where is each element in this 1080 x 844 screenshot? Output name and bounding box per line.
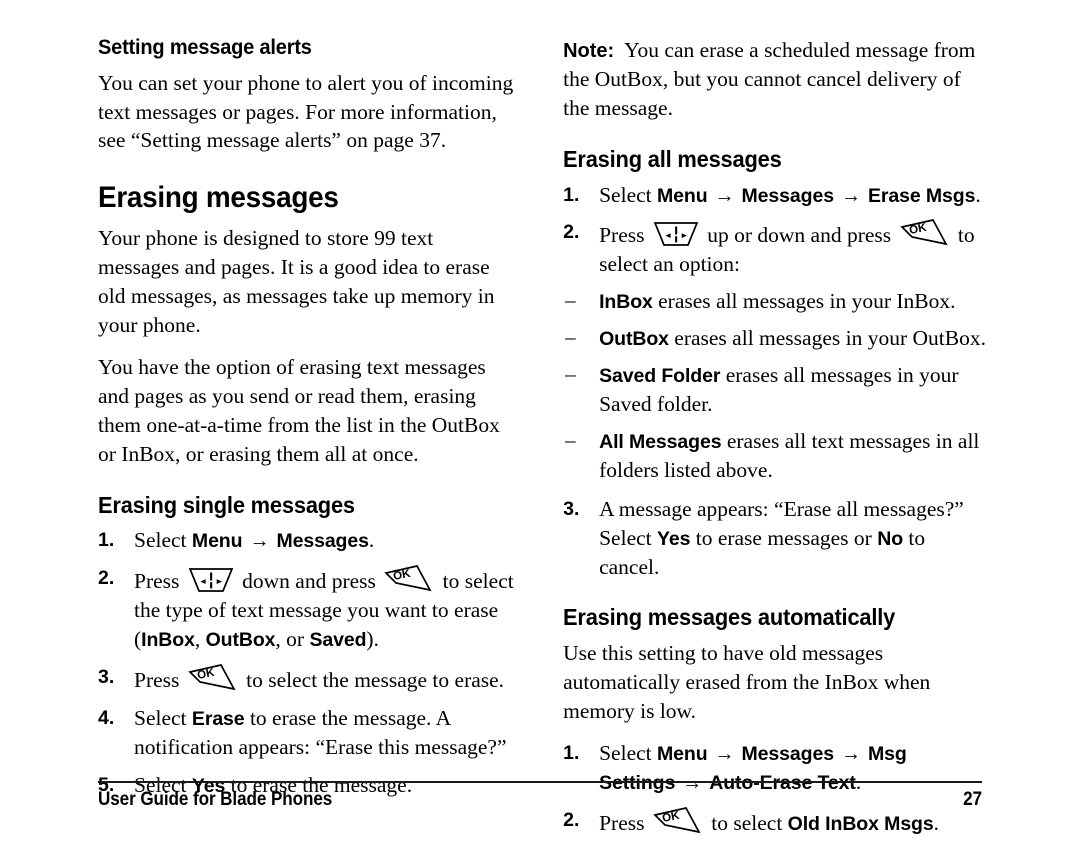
ui-label: Messages: [741, 184, 835, 207]
note-text: You can erase a scheduled message from t…: [563, 38, 976, 120]
step-text: Select Menu → Messages → Msg Settings → …: [599, 741, 907, 794]
ui-label: All Messages: [599, 430, 722, 453]
steps-erasing-single-messages: 1. Select Menu → Messages. 2. Press down an…: [98, 526, 519, 799]
svg-text:OK: OK: [196, 667, 216, 682]
paragraph-setting-message-alerts: You can set your phone to alert you of i…: [98, 70, 514, 153]
ui-label: Menu: [657, 743, 708, 765]
dash-bullet-icon: –: [565, 362, 576, 387]
arrow-icon: →: [835, 184, 866, 207]
step-item: 2. Press up or down and press OK to selec…: [563, 218, 988, 279]
options-erase-msgs: – InBox erases all messages in your InBox…: [563, 287, 988, 484]
ui-label: OutBox: [599, 328, 669, 351]
footer-title: User Guide for Blade Phones: [98, 789, 333, 810]
manual-page: Setting message alerts You can set your …: [0, 0, 1080, 839]
heading-setting-message-alerts: Setting message alerts: [98, 35, 312, 59]
ui-label: Yes: [657, 527, 691, 550]
arrow-icon: →: [244, 530, 275, 553]
step-number: 1.: [563, 742, 580, 764]
arrow-icon: →: [835, 743, 866, 765]
ui-label: Messages: [276, 530, 369, 553]
step-item: 3. Press OK to select the message to eras…: [98, 663, 519, 695]
paragraph-erasing-messages-1: Your phone is designed to store 99 text …: [98, 226, 495, 338]
ui-label: OutBox: [205, 629, 276, 652]
step-text: Select Menu → Messages → Erase Msgs.: [599, 182, 981, 207]
svg-text:OK: OK: [661, 810, 681, 825]
option-item: – InBox erases all messages in your InBox…: [563, 287, 988, 316]
step-item: 3. A message appears: “Erase all messages…: [563, 495, 988, 582]
step-item: 2. Press down and press OK to select the …: [98, 564, 519, 654]
dash-bullet-icon: –: [565, 325, 576, 350]
arrow-icon: →: [709, 743, 740, 765]
step-number: 4.: [98, 706, 115, 729]
step-text: Select Erase to erase the message. A not…: [134, 705, 507, 759]
right-column: Note: You can erase a scheduled message …: [563, 36, 988, 835]
ui-label: Saved: [309, 629, 367, 652]
navigation-key-icon: [188, 566, 234, 594]
ui-label: InBox: [599, 291, 653, 314]
step-number: 1.: [563, 183, 580, 206]
steps-erasing-all-messages-final: 3. A message appears: “Erase all messages…: [563, 495, 988, 582]
step-text: Press up or down and press OK to select …: [599, 219, 975, 276]
paragraph-erasing-messages-automatically: Use this setting to have old messages au…: [563, 641, 931, 724]
footer-page-number: 27: [963, 789, 982, 810]
step-item: 1. Select Menu → Messages.: [98, 526, 519, 555]
step-text: Press OK to select the message to erase.: [134, 664, 504, 692]
step-number: 1.: [98, 529, 115, 552]
page-footer: User Guide for Blade Phones 27: [98, 789, 982, 811]
step-number: 3.: [98, 666, 115, 689]
dash-bullet-icon: –: [565, 427, 576, 452]
step-item: 1. Select Menu → Messages → Erase Msgs.: [563, 181, 988, 210]
step-text: Select Menu → Messages.: [134, 528, 375, 553]
option-text: All Messages erases all text messages in…: [599, 428, 980, 482]
ok-key-icon: OK: [384, 564, 434, 594]
heading-erasing-messages-automatically: Erasing messages automatically: [563, 604, 896, 631]
option-item: – OutBox erases all messages in your OutB…: [563, 324, 988, 353]
ok-key-icon: OK: [188, 663, 238, 693]
ui-label: Erase: [191, 707, 245, 730]
ui-label: InBox: [141, 629, 195, 652]
note-label: Note:: [563, 40, 615, 62]
step-number: 2.: [98, 567, 115, 590]
ui-label: Erase Msgs: [867, 184, 976, 207]
dash-bullet-icon: –: [565, 288, 576, 313]
heading-erasing-all-messages: Erasing all messages: [563, 145, 782, 172]
heading-erasing-single-messages: Erasing single messages: [98, 491, 355, 518]
step-text: Press OK to select Old InBox Msgs.: [599, 806, 939, 835]
step-text: Press down and press OK to select the ty…: [134, 565, 514, 652]
footer-divider: [98, 781, 982, 783]
ui-label: Saved Folder: [599, 365, 721, 388]
ui-label: Menu: [657, 184, 708, 207]
paragraph-erasing-messages-2: You have the option of erasing text mess…: [98, 354, 500, 466]
navigation-key-icon: [653, 220, 699, 248]
arrow-icon: →: [709, 184, 740, 207]
heading-erasing-messages: Erasing messages: [98, 181, 339, 215]
ui-label: Menu: [191, 530, 243, 553]
ui-label: Old InBox Msgs: [787, 812, 934, 835]
option-text: InBox erases all messages in your InBox.: [599, 289, 956, 314]
step-item: 4. Select Erase to erase the message. A n…: [98, 704, 519, 762]
option-item: – All Messages erases all text messages i…: [563, 427, 988, 485]
option-item: – Saved Folder erases all messages in you…: [563, 361, 988, 419]
ok-key-icon: OK: [899, 218, 950, 248]
two-column-layout: Setting message alerts You can set your …: [98, 35, 988, 835]
left-column: Setting message alerts You can set your …: [98, 35, 519, 796]
ui-label: Messages: [741, 743, 835, 765]
steps-erasing-all-messages: 1. Select Menu → Messages → Erase Msgs. 2.…: [563, 181, 988, 280]
option-text: OutBox erases all messages in your OutBo…: [599, 326, 986, 351]
step-number: 3.: [563, 497, 580, 520]
svg-text:OK: OK: [908, 222, 928, 237]
step-text: A message appears: “Erase all messages?”…: [599, 496, 964, 579]
option-text: Saved Folder erases all messages in your…: [599, 363, 959, 416]
note-block: Note: You can erase a scheduled message …: [563, 36, 988, 123]
svg-text:OK: OK: [393, 568, 413, 583]
step-number: 2.: [563, 221, 580, 244]
ui-label: No: [877, 527, 904, 550]
